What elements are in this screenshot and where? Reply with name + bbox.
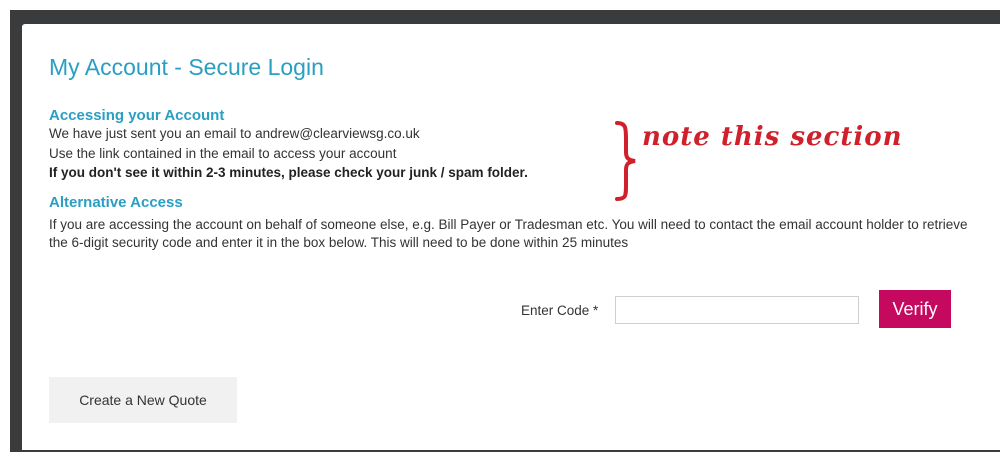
annotation-note: note this section bbox=[642, 122, 903, 152]
secure-login-modal: My Account - Secure Login Accessing your… bbox=[22, 24, 1000, 450]
accessing-heading: Accessing your Account bbox=[49, 107, 225, 124]
annotation-brace-icon bbox=[615, 121, 636, 201]
use-link-text: Use the link contained in the email to a… bbox=[49, 146, 397, 161]
enter-code-label: Enter Code * bbox=[521, 303, 599, 318]
create-new-quote-button[interactable]: Create a New Quote bbox=[49, 377, 237, 423]
junk-folder-text: If you don't see it within 2-3 minutes, … bbox=[49, 165, 528, 180]
alternative-heading: Alternative Access bbox=[49, 194, 183, 211]
security-code-input[interactable] bbox=[615, 296, 859, 324]
verify-button[interactable]: Verify bbox=[879, 290, 951, 328]
alternative-paragraph: If you are accessing the account on beha… bbox=[49, 217, 968, 250]
modal-title: My Account - Secure Login bbox=[49, 54, 324, 80]
overlay-left bbox=[10, 10, 22, 452]
email-sent-text: We have just sent you an email to andrew… bbox=[49, 126, 420, 141]
